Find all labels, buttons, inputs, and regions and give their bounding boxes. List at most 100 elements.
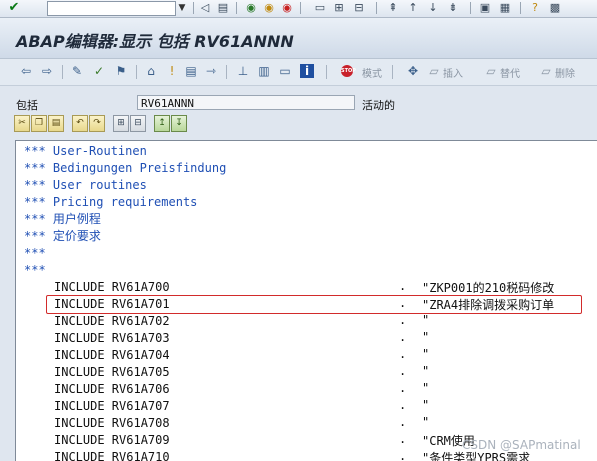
back-arrow-icon[interactable]: ⇦ bbox=[19, 64, 33, 78]
comment-line: *** Bedingungen Preisfindung bbox=[24, 161, 227, 175]
display-object-list-icon[interactable]: ▤ bbox=[184, 64, 198, 78]
download-icon[interactable]: ↧ bbox=[171, 115, 187, 132]
comment-line: *** User routines bbox=[24, 178, 147, 192]
breakpoint-icon[interactable]: ✥ bbox=[406, 64, 420, 78]
comment-line: *** User-Routinen bbox=[24, 144, 147, 158]
pattern-icon[interactable]: ▥ bbox=[257, 64, 271, 78]
upload-icon[interactable]: ↥ bbox=[154, 115, 170, 132]
layout-icon[interactable]: ▦ bbox=[498, 1, 512, 15]
toolbar-separator bbox=[470, 2, 471, 14]
prev-page-icon[interactable]: ↑ bbox=[406, 1, 420, 15]
exit-icon[interactable]: ◉ bbox=[262, 1, 276, 15]
find-next-icon[interactable]: ⊟ bbox=[352, 1, 366, 15]
statement-period: . bbox=[399, 347, 407, 361]
last-page-icon[interactable]: ⇟ bbox=[446, 1, 460, 15]
help-icon[interactable]: ? bbox=[528, 1, 542, 15]
paste-icon[interactable]: ▤ bbox=[48, 115, 64, 132]
delete-icon: ▱ bbox=[541, 64, 551, 78]
stop-icon[interactable]: STOP bbox=[341, 65, 356, 77]
command-field[interactable] bbox=[47, 1, 176, 16]
replace-icon: ▱ bbox=[486, 64, 496, 78]
include-comment: " bbox=[422, 398, 430, 412]
title-bar: ABAP编辑器:显示 包括 RV61ANNN bbox=[0, 18, 597, 59]
statement-period: . bbox=[399, 398, 407, 412]
statement-period: . bbox=[399, 313, 407, 327]
statement-period: . bbox=[399, 330, 407, 344]
package-label: 包括 bbox=[16, 99, 38, 112]
back-arrow-icon[interactable]: ◁ bbox=[198, 1, 212, 15]
toolbar-separator bbox=[226, 65, 227, 79]
include-line: INCLUDE RV61A701 bbox=[54, 297, 170, 311]
next-page-icon[interactable]: ↓ bbox=[426, 1, 440, 15]
tree-icon[interactable]: ⊥ bbox=[236, 64, 250, 78]
cut-icon[interactable]: ✂ bbox=[14, 115, 30, 132]
toolbar-separator bbox=[136, 65, 137, 79]
statement-period: . bbox=[399, 279, 407, 293]
save-icon[interactable]: ▤ bbox=[216, 1, 230, 15]
first-page-icon[interactable]: ⇞ bbox=[386, 1, 400, 15]
include-line: INCLUDE RV61A703 bbox=[54, 331, 170, 345]
include-comment: "ZKP001的210税码修改 bbox=[422, 281, 555, 295]
toolbar-separator bbox=[62, 65, 63, 79]
include-comment: "ZRA4排除调拨采购订单 bbox=[422, 298, 555, 312]
mode-button[interactable]: 模式 bbox=[362, 65, 382, 80]
application-toolbar: ⇦ ⇨ ✎ ✓ ⚑ ⌂ ! ▤ ⇾ ⊥ ▥ ▭ i 模式 ✥ ▱ 插入 ▱ 替代… bbox=[0, 59, 597, 86]
toolbar-separator bbox=[236, 2, 237, 14]
copy-icon[interactable]: ❐ bbox=[31, 115, 47, 132]
forward-arrow-icon[interactable]: ⇨ bbox=[40, 64, 54, 78]
toolbar-separator bbox=[326, 65, 327, 79]
statement-period: . bbox=[399, 296, 407, 310]
include-line: INCLUDE RV61A710 bbox=[54, 450, 170, 461]
find-icon[interactable]: ⊞ bbox=[332, 1, 346, 15]
toolbar-separator bbox=[392, 65, 393, 79]
package-field[interactable]: RV61ANNN bbox=[137, 95, 355, 110]
hierarchy-icon[interactable]: ⌂ bbox=[144, 64, 158, 78]
include-comment: " bbox=[422, 364, 430, 378]
find-icon[interactable]: ⊞ bbox=[113, 115, 129, 132]
insert-icon: ▱ bbox=[429, 64, 439, 78]
comment-line: *** bbox=[24, 263, 46, 277]
find-next-icon[interactable]: ⊟ bbox=[130, 115, 146, 132]
info-icon[interactable]: i bbox=[300, 64, 314, 78]
include-comment: " bbox=[422, 415, 430, 429]
statement-period: . bbox=[399, 449, 407, 461]
comment-line: *** Pricing requirements bbox=[24, 195, 198, 209]
statement-period: . bbox=[399, 432, 407, 446]
include-comment: " bbox=[422, 381, 430, 395]
insert-button[interactable]: 插入 bbox=[443, 65, 463, 80]
watermark: CSDN @SAPmatinal bbox=[462, 438, 581, 452]
replace-button[interactable]: 替代 bbox=[500, 65, 520, 80]
include-line: INCLUDE RV61A700 bbox=[54, 280, 170, 294]
toolbar-separator bbox=[376, 2, 377, 14]
command-dropdown-icon[interactable]: ▼ bbox=[176, 1, 188, 15]
include-comment: " bbox=[422, 330, 430, 344]
print-icon[interactable]: ▭ bbox=[313, 1, 327, 15]
delete-button[interactable]: 删除 bbox=[555, 65, 575, 80]
pretty-printer-icon[interactable]: ▭ bbox=[278, 64, 292, 78]
back-icon[interactable]: ◉ bbox=[244, 1, 258, 15]
enter-icon[interactable]: ✔ bbox=[6, 1, 22, 15]
status-text: 活动的 bbox=[362, 99, 395, 112]
code-editor[interactable]: *** User-Routinen *** Bedingungen Preisf… bbox=[15, 140, 597, 461]
edit-pencil-icon[interactable]: ✎ bbox=[70, 64, 84, 78]
include-comment: " bbox=[422, 313, 430, 327]
include-line: INCLUDE RV61A708 bbox=[54, 416, 170, 430]
undo-icon[interactable]: ↶ bbox=[72, 115, 88, 132]
cancel-icon[interactable]: ◉ bbox=[280, 1, 294, 15]
where-used-icon[interactable]: ! bbox=[165, 64, 179, 78]
comment-line: *** 用户例程 bbox=[24, 212, 101, 226]
include-line: INCLUDE RV61A706 bbox=[54, 382, 170, 396]
statement-period: . bbox=[399, 381, 407, 395]
include-line: INCLUDE RV61A702 bbox=[54, 314, 170, 328]
redo-icon[interactable]: ↷ bbox=[89, 115, 105, 132]
statement-period: . bbox=[399, 415, 407, 429]
comment-line: *** 定价要求 bbox=[24, 229, 101, 243]
navigation-window-icon[interactable]: ⇾ bbox=[204, 64, 218, 78]
toolbar-separator bbox=[193, 2, 194, 14]
activate-icon[interactable]: ⚑ bbox=[114, 64, 128, 78]
page-title: ABAP编辑器:显示 包括 RV61ANNN bbox=[16, 32, 294, 51]
new-session-icon[interactable]: ▣ bbox=[478, 1, 492, 15]
include-line: INCLUDE RV61A704 bbox=[54, 348, 170, 362]
check-syntax-icon[interactable]: ✓ bbox=[92, 64, 106, 78]
settings-icon[interactable]: ▩ bbox=[548, 1, 562, 15]
